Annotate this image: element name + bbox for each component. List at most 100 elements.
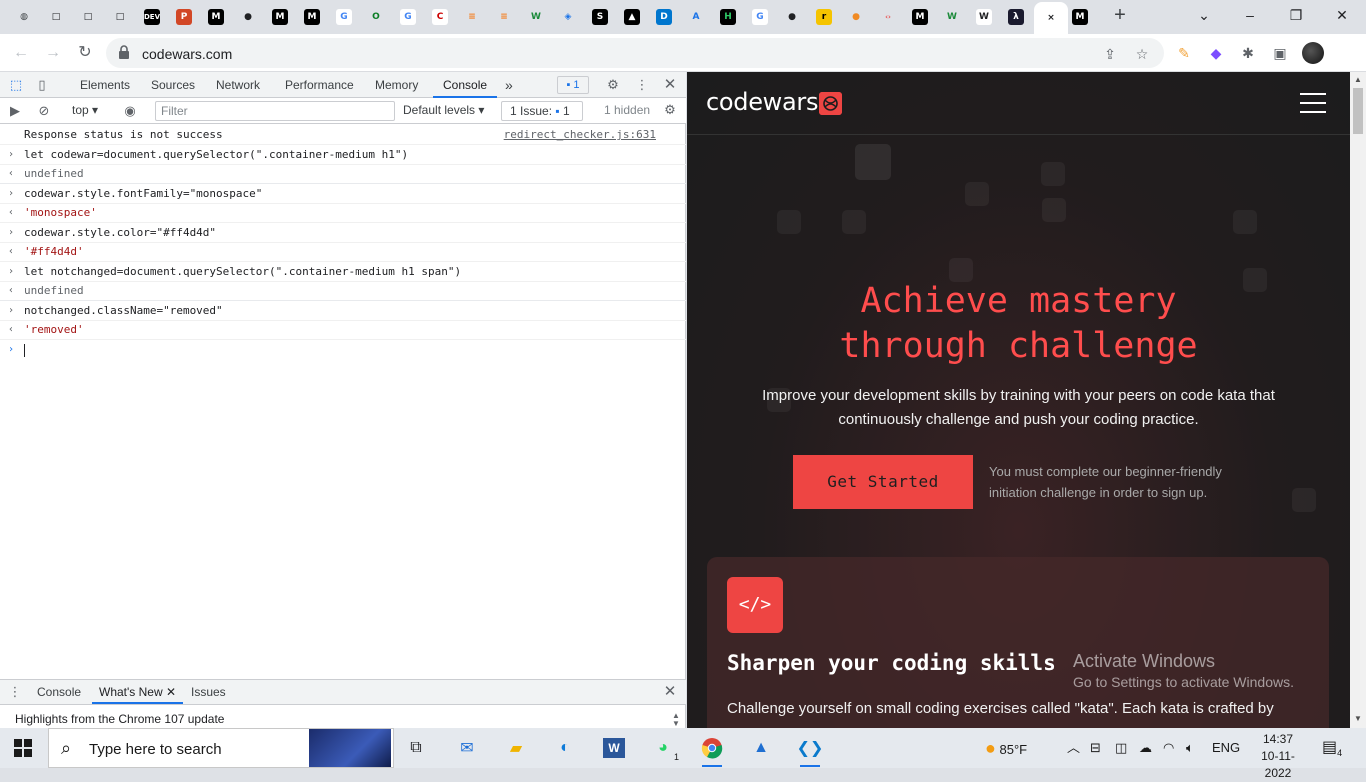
scrollbar-thumb[interactable]: [1353, 88, 1363, 134]
live-expression-eye-icon[interactable]: ◉: [121, 102, 139, 120]
clear-console-icon[interactable]: ⊘: [35, 102, 53, 120]
browser-tab[interactable]: M: [1066, 4, 1094, 30]
console-settings-gear-icon[interactable]: ⚙: [661, 101, 679, 119]
weather-widget[interactable]: ● 85°F: [985, 728, 1027, 768]
tab-network[interactable]: Network: [216, 72, 260, 98]
get-started-button[interactable]: Get Started: [793, 455, 973, 509]
browser-tab[interactable]: G: [394, 4, 422, 30]
console-line[interactable]: Response status is not success redirect_c…: [0, 125, 686, 145]
vscode-icon[interactable]: ❮❯: [796, 734, 824, 767]
source-link[interactable]: redirect_checker.js:631: [504, 125, 656, 145]
volume-icon[interactable]: 🔈︎: [1186, 728, 1194, 768]
hamburger-menu-icon[interactable]: [1300, 93, 1326, 113]
cloud-icon[interactable]: ☁: [1139, 728, 1152, 768]
side-panel-icon[interactable]: ▣: [1270, 43, 1290, 63]
edge-icon[interactable]: ◐: [551, 734, 579, 762]
windows-start-icon[interactable]: [14, 739, 32, 757]
browser-tab[interactable]: W: [938, 4, 966, 30]
console-output[interactable]: Response status is not success redirect_c…: [0, 125, 686, 677]
console-line[interactable]: › codewar.style.color="#ff4d4d": [0, 223, 686, 243]
reload-button[interactable]: ↻: [74, 42, 96, 64]
clock[interactable]: 14:37 10-11-2022: [1250, 731, 1306, 782]
drawer-tab-issues[interactable]: Issues: [191, 680, 226, 704]
context-selector[interactable]: top ▾: [72, 103, 98, 117]
console-line[interactable]: ‹ '#ff4d4d': [0, 242, 686, 262]
inspect-element-icon[interactable]: ⬚: [7, 76, 25, 94]
browser-tab[interactable]: D: [650, 4, 678, 30]
lock-icon[interactable]: [118, 45, 130, 59]
browser-tab[interactable]: □: [74, 4, 102, 30]
browser-tab[interactable]: G: [746, 4, 774, 30]
browser-tab[interactable]: O: [362, 4, 390, 30]
console-line[interactable]: ‹ 'removed': [0, 320, 686, 340]
whatsapp-icon[interactable]: ◕ 1: [649, 734, 679, 762]
browser-tab[interactable]: ×: [1034, 2, 1068, 34]
wifi-icon[interactable]: ◠: [1163, 728, 1174, 768]
network-device-icon[interactable]: ⊟: [1090, 728, 1101, 768]
console-line[interactable]: ‹ undefined: [0, 281, 686, 301]
codewars-logo[interactable]: codewars: [706, 88, 818, 116]
console-prompt[interactable]: ›: [0, 340, 686, 360]
log-levels-dropdown[interactable]: Default levels ▾: [403, 103, 484, 117]
page-scrollbar[interactable]: ▲ ▼: [1350, 72, 1366, 728]
browser-tab[interactable]: □: [42, 4, 70, 30]
browser-tab[interactable]: r: [810, 4, 838, 30]
browser-tab[interactable]: DEV: [138, 4, 166, 30]
browser-tab[interactable]: ≡: [458, 4, 486, 30]
sidebar-toggle-icon[interactable]: ▶: [6, 102, 24, 120]
browser-tab[interactable]: W: [522, 4, 550, 30]
scroll-down-arrow-icon[interactable]: ▼: [1353, 714, 1363, 724]
browser-tab[interactable]: ●: [234, 4, 262, 30]
more-tabs-button[interactable]: »: [505, 72, 513, 98]
tab-elements[interactable]: Elements: [80, 72, 130, 98]
forward-button[interactable]: →: [42, 42, 64, 64]
url-text[interactable]: codewars.com: [142, 46, 232, 62]
close-window-button[interactable]: ✕: [1320, 4, 1364, 26]
extensions-puzzle-icon[interactable]: ✱: [1238, 43, 1258, 63]
task-view-icon[interactable]: ⧉: [402, 734, 430, 762]
tab-memory[interactable]: Memory: [375, 72, 418, 98]
issues-counter-button[interactable]: ▪ 1: [557, 76, 589, 94]
new-tab-button[interactable]: +: [1110, 5, 1130, 26]
browser-tab[interactable]: M: [298, 4, 326, 30]
browser-tab[interactable]: λ: [1002, 4, 1030, 30]
extension-pencil-icon[interactable]: ✎: [1174, 43, 1194, 63]
scroll-up-arrow-icon[interactable]: ▲: [1353, 75, 1363, 85]
notification-center-icon[interactable]: ▤4: [1322, 728, 1342, 768]
drawer-scroll-arrows[interactable]: ▲ ▼: [672, 712, 680, 728]
back-button[interactable]: ←: [10, 42, 32, 64]
browser-tab[interactable]: W: [970, 4, 998, 30]
word-icon[interactable]: W: [600, 734, 628, 762]
tab-search-button[interactable]: ⌄: [1182, 4, 1226, 26]
browser-tab[interactable]: ◈: [554, 4, 582, 30]
meet-now-icon[interactable]: ◫: [1115, 728, 1127, 768]
minimize-button[interactable]: –: [1228, 4, 1272, 26]
browser-tab[interactable]: A: [682, 4, 710, 30]
console-line[interactable]: ‹ undefined: [0, 164, 686, 184]
device-toolbar-icon[interactable]: ▯: [33, 76, 51, 94]
tab-console[interactable]: Console: [433, 72, 498, 98]
browser-tab[interactable]: S: [586, 4, 614, 30]
browser-tab[interactable]: ▲: [618, 4, 646, 30]
photos-icon[interactable]: ▲: [747, 734, 775, 762]
file-explorer-icon[interactable]: ▰: [502, 734, 530, 762]
language-indicator[interactable]: ENG: [1212, 728, 1240, 768]
show-hidden-icons[interactable]: ︿: [1067, 728, 1080, 768]
console-line[interactable]: › codewar.style.fontFamily="monospace": [0, 184, 686, 204]
share-icon[interactable]: ⇪: [1100, 44, 1120, 64]
browser-tab[interactable]: ●: [778, 4, 806, 30]
browser-tab[interactable]: P: [170, 4, 198, 30]
chrome-icon[interactable]: [698, 734, 726, 767]
browser-tab[interactable]: ●: [842, 4, 870, 30]
browser-tab[interactable]: M: [266, 4, 294, 30]
more-options-icon[interactable]: ⋮: [633, 76, 651, 94]
browser-tab[interactable]: ≡: [490, 4, 518, 30]
console-line[interactable]: › let codewar=document.querySelector(".co…: [0, 145, 686, 165]
browser-tab[interactable]: M: [202, 4, 230, 30]
profile-avatar[interactable]: [1302, 42, 1324, 64]
browser-tab[interactable]: □: [106, 4, 134, 30]
codewars-logo-icon[interactable]: [819, 92, 842, 115]
browser-tab[interactable]: ‹›: [874, 4, 902, 30]
mail-icon[interactable]: ✉: [453, 734, 481, 762]
settings-gear-icon[interactable]: ⚙: [604, 76, 622, 94]
